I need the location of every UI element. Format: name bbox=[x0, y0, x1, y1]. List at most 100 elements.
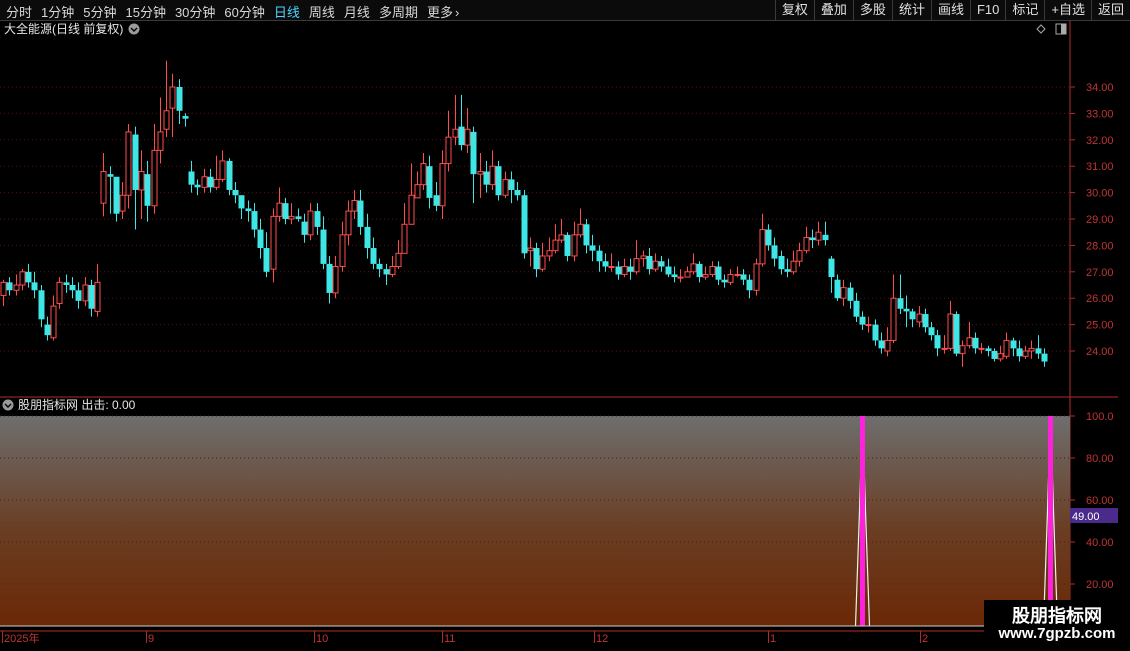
candle-body-down bbox=[251, 211, 258, 230]
candle-body-up bbox=[50, 305, 57, 339]
candle-body-down bbox=[828, 258, 835, 278]
candle-body-up bbox=[997, 353, 1004, 360]
candle-body-down bbox=[771, 245, 778, 259]
tab-fenshi[interactable]: 分时 bbox=[6, 5, 32, 20]
mark-button[interactable]: 标记 bbox=[1005, 0, 1044, 20]
candle-body-down bbox=[991, 351, 998, 359]
candle-body-down bbox=[238, 195, 245, 209]
price-tick-label: 34.00 bbox=[1086, 82, 1114, 94]
tab-daily[interactable]: 日线 bbox=[274, 5, 300, 20]
candle-body-down bbox=[182, 116, 189, 119]
tab-multi-period[interactable]: 多周期 bbox=[379, 5, 418, 20]
date-tick-label: 2 bbox=[922, 633, 928, 645]
candle-body-up bbox=[753, 263, 760, 291]
candle-body-up bbox=[19, 271, 26, 286]
candle-body-down bbox=[715, 266, 722, 280]
candle-body-down bbox=[207, 176, 214, 188]
candle-body-down bbox=[602, 261, 609, 267]
price-tick-label: 29.00 bbox=[1086, 214, 1114, 226]
tab-60min[interactable]: 60分钟 bbox=[224, 5, 264, 20]
candle-body-down bbox=[232, 189, 239, 196]
cursor-value-tag: 49.00 bbox=[1070, 508, 1118, 523]
candle-body-up bbox=[702, 273, 709, 278]
candle-body-down bbox=[627, 266, 634, 272]
diamond-icon[interactable] bbox=[1036, 24, 1046, 34]
price-tick-label: 24.00 bbox=[1086, 346, 1114, 358]
overlay-button[interactable]: 叠加 bbox=[813, 0, 853, 20]
candle-body-down bbox=[44, 324, 51, 336]
candle-body-down bbox=[107, 174, 114, 177]
candle-body-up bbox=[151, 149, 158, 207]
tab-30min[interactable]: 30分钟 bbox=[175, 5, 215, 20]
candle-body-up bbox=[157, 131, 164, 151]
candle-body-down bbox=[778, 255, 785, 270]
candle-body-up bbox=[633, 258, 640, 273]
candle-body-down bbox=[357, 200, 364, 227]
candle-body-down bbox=[113, 176, 120, 214]
draw-line-button[interactable]: 画线 bbox=[930, 0, 970, 20]
candle-body-down bbox=[872, 324, 879, 341]
candle-body-up bbox=[464, 128, 471, 146]
candle-body-up bbox=[332, 266, 339, 294]
candle-body-up bbox=[201, 176, 208, 188]
tab-weekly[interactable]: 周线 bbox=[309, 5, 335, 20]
candle-body-up bbox=[138, 170, 145, 191]
candle-body-down bbox=[25, 271, 32, 283]
add-watchlist-button[interactable]: +自选 bbox=[1044, 0, 1091, 20]
candle-body-up bbox=[125, 131, 132, 196]
f10-button[interactable]: F10 bbox=[969, 0, 1005, 20]
fuquan-button[interactable]: 复权 bbox=[774, 0, 814, 20]
candle-body-up bbox=[56, 281, 63, 304]
tab-5min[interactable]: 5分钟 bbox=[83, 5, 116, 20]
indicator-dropdown-icon[interactable] bbox=[2, 399, 14, 411]
more-menu[interactable]: 更多 › bbox=[427, 5, 459, 20]
candle-body-down bbox=[564, 234, 571, 256]
candle-body-up bbox=[652, 260, 659, 270]
candle-body-down bbox=[176, 87, 183, 111]
candle-body-up bbox=[790, 260, 797, 273]
period-tabs: 分时 1分钟 5分钟 15分钟 30分钟 60分钟 日线 周线 月线 多周期 更多 › bbox=[6, 2, 468, 21]
candle-body-down bbox=[859, 316, 866, 325]
candle-body-up bbox=[608, 266, 615, 269]
multi-stock-button[interactable]: 多股 bbox=[852, 0, 892, 20]
candle-body-down bbox=[63, 282, 70, 285]
candle-body-up bbox=[219, 160, 226, 180]
indicator-tick-label: 20.00 bbox=[1086, 579, 1114, 591]
back-button[interactable]: 返回 bbox=[1090, 0, 1130, 20]
date-tick-label: 10 bbox=[316, 633, 328, 645]
candle-body-up bbox=[502, 178, 509, 196]
indicator-tick-label: 100.0 bbox=[1086, 411, 1114, 423]
tab-15min[interactable]: 15分钟 bbox=[125, 5, 165, 20]
candle-body-up bbox=[351, 200, 358, 212]
date-tick-label: 9 bbox=[148, 633, 154, 645]
candle-body-down bbox=[658, 261, 665, 267]
candle-body-down bbox=[615, 266, 622, 275]
candle-body-up bbox=[1003, 339, 1010, 357]
date-tick-label: 12 bbox=[596, 633, 608, 645]
candle-body-down bbox=[282, 203, 289, 219]
candle-body-down bbox=[953, 314, 960, 354]
candle-body-up bbox=[345, 210, 352, 236]
candle-body-down bbox=[834, 279, 841, 299]
statistics-button[interactable]: 统计 bbox=[891, 0, 931, 20]
chevron-right-icon: › bbox=[454, 5, 460, 20]
candle-body-down bbox=[853, 300, 860, 317]
candle-body-up bbox=[978, 347, 985, 350]
candle-body-up bbox=[439, 163, 446, 207]
candle-body-down bbox=[583, 224, 590, 246]
kline-chart[interactable]: 大全能源(日线 前复权) 34.0033.0032.0031.0030.0029… bbox=[0, 21, 1118, 651]
candle-body-down bbox=[188, 171, 195, 185]
candle-body-down bbox=[922, 314, 929, 328]
candle-body-down bbox=[495, 166, 502, 196]
candle-body-down bbox=[144, 174, 151, 206]
candle-body-down bbox=[740, 274, 747, 280]
candle-body-down bbox=[746, 279, 753, 291]
candle-body-down bbox=[31, 282, 38, 291]
tab-monthly[interactable]: 月线 bbox=[344, 5, 370, 20]
tab-1min[interactable]: 1分钟 bbox=[41, 5, 74, 20]
candle-body-down bbox=[364, 226, 371, 249]
signal-bar bbox=[1048, 416, 1053, 626]
title-dropdown-icon[interactable] bbox=[128, 23, 140, 35]
candles bbox=[0, 60, 1048, 367]
panel-toggle-icon[interactable] bbox=[1055, 23, 1067, 35]
